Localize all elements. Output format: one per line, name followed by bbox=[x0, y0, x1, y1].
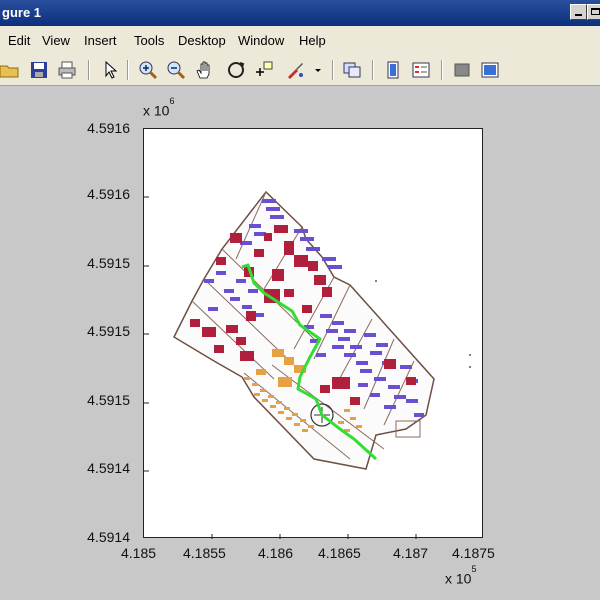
hide-plot-tools-icon[interactable] bbox=[452, 60, 472, 80]
menu-insert[interactable]: Insert bbox=[84, 33, 117, 48]
legend-icon[interactable] bbox=[411, 60, 431, 80]
dropdown-arrow-icon[interactable] bbox=[313, 60, 323, 80]
x-tick-label: 4.186 bbox=[258, 545, 294, 561]
y-tick-label: 4.5915 bbox=[87, 255, 130, 271]
x-tick-label: 4.185 bbox=[121, 545, 157, 561]
brush-icon[interactable] bbox=[285, 60, 305, 80]
x-tick-label: 4.1875 bbox=[452, 545, 495, 561]
print-icon[interactable] bbox=[57, 60, 77, 80]
y-tick-label: 4.5914 bbox=[87, 460, 130, 476]
menu-view[interactable]: View bbox=[42, 33, 70, 48]
pointer-icon[interactable] bbox=[100, 60, 120, 80]
zoom-in-icon[interactable] bbox=[138, 60, 158, 80]
save-icon[interactable] bbox=[29, 60, 49, 80]
x-tick-label: 4.1855 bbox=[183, 545, 226, 561]
open-folder-icon[interactable] bbox=[0, 60, 20, 80]
minimize-button[interactable] bbox=[570, 4, 587, 20]
x-tick-label: 4.187 bbox=[393, 545, 429, 561]
title-bar: gure 1 bbox=[0, 0, 600, 26]
rotate-3d-icon[interactable] bbox=[226, 60, 246, 80]
y-tick-label: 4.5914 bbox=[87, 529, 130, 545]
zoom-out-icon[interactable] bbox=[166, 60, 186, 80]
show-plot-tools-icon[interactable] bbox=[480, 60, 500, 80]
window-title: gure 1 bbox=[2, 5, 42, 20]
status-strip bbox=[0, 586, 600, 600]
menu-desktop[interactable]: Desktop bbox=[178, 33, 226, 48]
y-tick-label: 4.5915 bbox=[87, 323, 130, 339]
menu-bar: Edit View Insert Tools Desktop Window He… bbox=[0, 26, 600, 54]
plot-axes[interactable] bbox=[143, 128, 483, 539]
figure-toolbar bbox=[0, 54, 600, 86]
y-tick-label: 4.5915 bbox=[87, 392, 130, 408]
maximize-button[interactable] bbox=[587, 4, 600, 20]
x-axis-exponent: x 105 bbox=[445, 564, 477, 587]
link-plot-icon[interactable] bbox=[342, 60, 362, 80]
y-tick-label: 4.5916 bbox=[87, 186, 130, 202]
menu-tools[interactable]: Tools bbox=[134, 33, 164, 48]
campus-map-plot bbox=[144, 190, 471, 539]
menu-edit[interactable]: Edit bbox=[8, 33, 30, 48]
colorbar-icon[interactable] bbox=[383, 60, 403, 80]
pan-hand-icon[interactable] bbox=[195, 60, 215, 80]
y-tick-label: 4.5916 bbox=[87, 120, 130, 136]
data-cursor-icon[interactable] bbox=[254, 60, 274, 80]
menu-window[interactable]: Window bbox=[238, 33, 284, 48]
menu-help[interactable]: Help bbox=[299, 33, 326, 48]
x-tick-label: 4.1865 bbox=[318, 545, 361, 561]
y-axis-exponent: x 106 bbox=[143, 96, 175, 119]
